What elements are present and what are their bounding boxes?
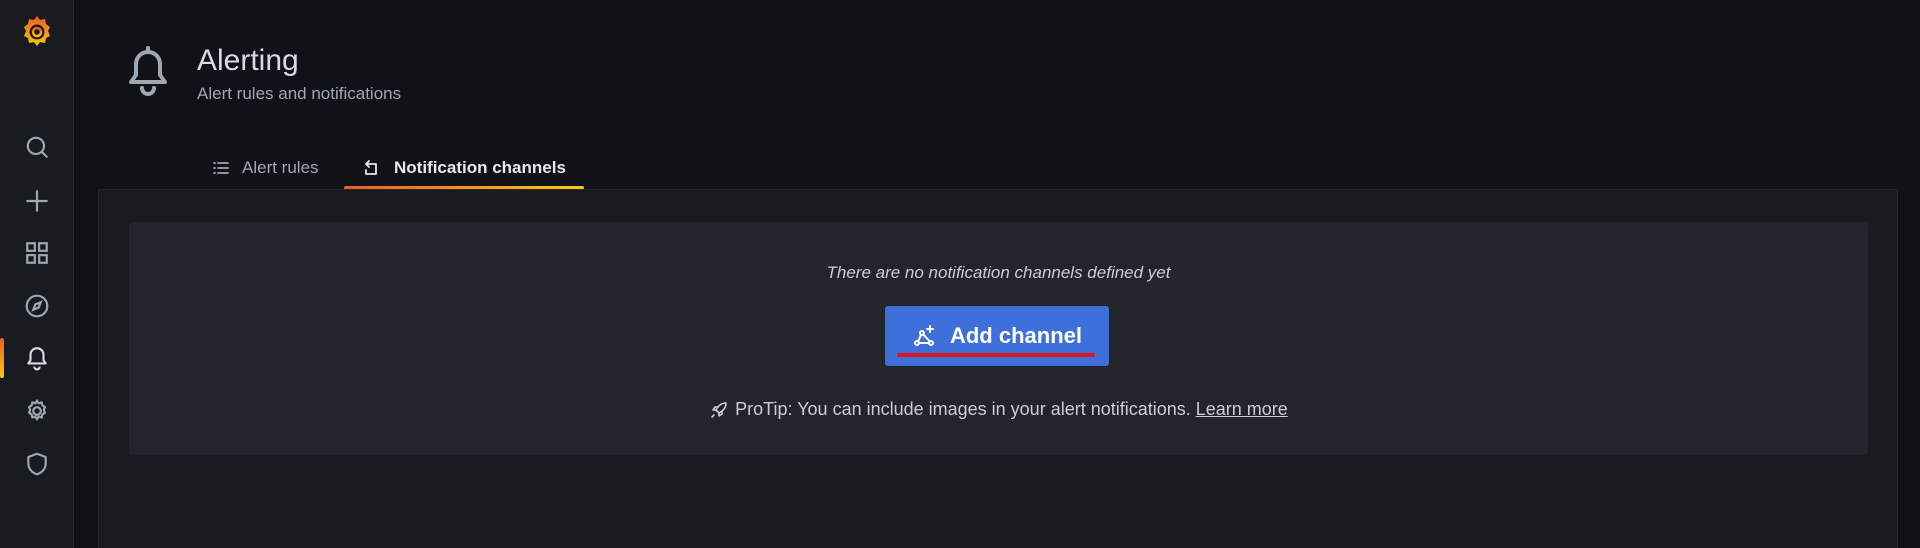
plus-icon: [26, 190, 48, 212]
add-channel-button[interactable]: Add channel: [885, 306, 1109, 366]
protip-text: ProTip: You can include images in your a…: [735, 399, 1191, 419]
sidebar-item-explore[interactable]: [0, 280, 74, 332]
learn-more-link[interactable]: Learn more: [1196, 399, 1288, 420]
sidebar-item-alerting[interactable]: [0, 332, 74, 384]
tab-label: Alert rules: [242, 158, 319, 177]
sidebar-item-create[interactable]: [0, 175, 74, 227]
shield-icon: [27, 452, 47, 476]
sidebar-item-dashboards[interactable]: [0, 227, 74, 279]
dashboards-grid-icon: [26, 242, 48, 264]
list-icon: [213, 162, 229, 174]
page-title: Alerting: [197, 44, 299, 77]
sidebar-item-server-admin[interactable]: [0, 438, 74, 490]
page-subtitle: Alert rules and notifications: [197, 84, 402, 103]
content-area: There are no notification channels defin…: [98, 189, 1898, 548]
bell-icon: [124, 44, 172, 96]
tab-notification-channels[interactable]: Notification channels: [364, 146, 566, 190]
compass-icon: [25, 294, 49, 318]
gear-icon: [27, 398, 47, 422]
sidebar-item-configuration[interactable]: [0, 385, 74, 437]
grafana-logo-icon[interactable]: [19, 14, 55, 50]
bell-icon: [27, 347, 47, 371]
sidebar: [0, 0, 74, 548]
tab-alert-rules[interactable]: Alert rules: [212, 146, 319, 190]
empty-state-message: There are no notification channels defin…: [826, 263, 1171, 282]
sidebar-item-search[interactable]: [0, 121, 74, 173]
app-root: Alerting Alert rules and notifications A…: [0, 0, 1920, 548]
annotation-underline: [897, 353, 1095, 357]
search-icon: [26, 136, 48, 158]
rocket-icon: [711, 401, 727, 418]
page-header: Alerting Alert rules and notifications A…: [74, 0, 1920, 190]
channel-arrow-icon: [365, 160, 377, 175]
empty-state-panel: There are no notification channels defin…: [129, 222, 1868, 455]
tab-label: Notification channels: [394, 158, 566, 177]
channel-add-icon: [913, 325, 934, 346]
protip: ProTip: You can include images in your a…: [129, 399, 1868, 420]
add-channel-label: Add channel: [949, 323, 1082, 348]
